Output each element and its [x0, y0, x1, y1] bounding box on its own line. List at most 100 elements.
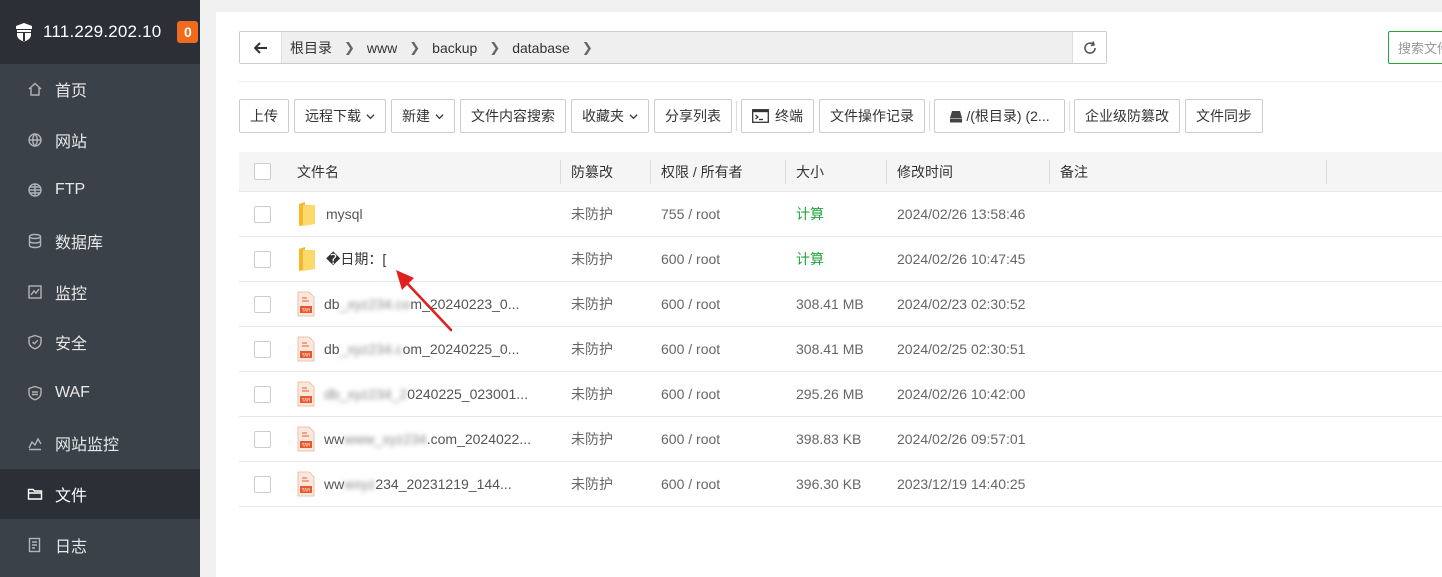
chevron-right-icon: ❯: [581, 39, 593, 55]
sidebar-item-monitor[interactable]: 监控: [0, 266, 200, 317]
protect-status[interactable]: 未防护: [561, 237, 651, 282]
operation-log-button[interactable]: 文件操作记录: [819, 99, 925, 133]
breadcrumb-item-backup[interactable]: backup: [432, 40, 477, 56]
permission[interactable]: 600 / root: [651, 462, 786, 507]
sidebar-item-home[interactable]: 首页: [0, 64, 200, 115]
disk-button[interactable]: /(根目录) (2...: [934, 99, 1065, 133]
table-row[interactable]: TAR db_xyz234.com_20240225_0... 未防护 600 …: [239, 327, 1442, 372]
file-name[interactable]: db_xyz234_20240225_023001...: [324, 386, 528, 402]
file-name[interactable]: wwwww_xyz234.com_2024022...: [324, 431, 531, 447]
tamper-proof-button[interactable]: 企业级防篡改: [1074, 99, 1180, 133]
chevron-down-icon: [629, 113, 638, 119]
file-table: 文件名 防篡改 权限 / 所有者 大小 修改时间 备注 mysql 未防护 75…: [239, 152, 1442, 507]
file-name[interactable]: wwwxyz234_20231219_144...: [324, 476, 512, 492]
calculate-size-link[interactable]: 计算: [786, 192, 887, 237]
row-checkbox[interactable]: [254, 475, 271, 493]
table-row[interactable]: mysql 未防护 755 / root 计算 2024/02/26 13:58…: [239, 192, 1442, 237]
column-header-size[interactable]: 大小: [786, 152, 887, 192]
sidebar-item-label: 数据库: [55, 235, 104, 253]
chevron-right-icon: ❯: [344, 39, 355, 55]
sidebar-item-label: 安全: [55, 336, 88, 354]
server-ip: 111.229.202.10: [43, 22, 162, 41]
sidebar-item-label: 文件: [55, 488, 88, 506]
note[interactable]: [1050, 237, 1327, 282]
permission[interactable]: 600 / root: [651, 327, 786, 372]
table-row[interactable]: TAR db_xyz234_20240225_023001... 未防护 600…: [239, 372, 1442, 417]
permission[interactable]: 600 / root: [651, 282, 786, 327]
permission[interactable]: 600 / root: [651, 372, 786, 417]
file-name[interactable]: mysql: [326, 206, 363, 222]
modified-time: 2024/02/25 02:30:51: [897, 341, 1026, 357]
calculate-size-link[interactable]: 计算: [786, 237, 887, 282]
protect-status[interactable]: 未防护: [561, 462, 651, 507]
protect-status[interactable]: 未防护: [561, 192, 651, 237]
bt-logo-icon: [16, 23, 32, 42]
sidebar-item-logs[interactable]: 日志: [0, 519, 200, 570]
breadcrumb-item-database[interactable]: database: [512, 40, 570, 56]
table-row[interactable]: TAR db_xyz234.com_20240223_0... 未防护 600 …: [239, 282, 1442, 327]
note[interactable]: [1050, 462, 1327, 507]
note[interactable]: [1050, 327, 1327, 372]
permission[interactable]: 600 / root: [651, 237, 786, 282]
protect-status[interactable]: 未防护: [561, 417, 651, 462]
monitor-icon: [26, 283, 44, 301]
select-all-checkbox[interactable]: [254, 163, 271, 180]
column-header-mtime[interactable]: 修改时间: [887, 152, 1050, 192]
new-button[interactable]: 新建: [391, 99, 455, 133]
protect-status[interactable]: 未防护: [561, 282, 651, 327]
row-checkbox[interactable]: [254, 205, 271, 223]
note[interactable]: [1050, 192, 1327, 237]
file-name[interactable]: db_xyz234.com_20240223_0...: [324, 296, 519, 312]
blurred-text: _xyz234.c: [339, 341, 403, 357]
refresh-button[interactable]: [1072, 32, 1106, 63]
file-sync-button[interactable]: 文件同步: [1185, 99, 1263, 133]
protect-status[interactable]: 未防护: [561, 327, 651, 372]
file-name[interactable]: �日期：[: [326, 249, 386, 269]
sidebar: 111.229.202.10 0 首页 网站 FTP 数据库 监控 安全 WAF…: [0, 0, 200, 577]
file-manager-panel: 根目录 ❯ www ❯ backup ❯ database ❯ 搜索文件 上传 …: [216, 12, 1442, 577]
column-header-protect[interactable]: 防篡改: [561, 152, 651, 192]
table-row[interactable]: TAR wwwxyz234_20231219_144... 未防护 600 / …: [239, 462, 1442, 507]
tar-archive-icon: TAR: [297, 381, 315, 407]
chevron-down-icon: [366, 113, 375, 119]
breadcrumb-item-root[interactable]: 根目录: [290, 38, 332, 58]
modified-time: 2024/02/26 09:57:01: [897, 431, 1026, 447]
remote-download-button[interactable]: 远程下载: [294, 99, 386, 133]
sidebar-item-waf[interactable]: WAF: [0, 368, 200, 419]
row-checkbox[interactable]: [254, 295, 271, 313]
chart-icon: [26, 434, 44, 452]
permission[interactable]: 755 / root: [651, 192, 786, 237]
column-header-note[interactable]: 备注: [1050, 152, 1327, 192]
note[interactable]: [1050, 282, 1327, 327]
protect-status[interactable]: 未防护: [561, 372, 651, 417]
column-header-name[interactable]: 文件名: [287, 152, 561, 192]
terminal-button[interactable]: 终端: [741, 99, 814, 133]
search-input[interactable]: 搜索文件: [1388, 31, 1442, 64]
row-checkbox[interactable]: [254, 250, 271, 268]
row-checkbox[interactable]: [254, 385, 271, 403]
column-header-perm[interactable]: 权限 / 所有者: [651, 152, 786, 192]
toolbar-separator: [929, 101, 930, 131]
sidebar-item-files[interactable]: 文件: [0, 468, 200, 520]
row-checkbox[interactable]: [254, 430, 271, 448]
note[interactable]: [1050, 417, 1327, 462]
sidebar-item-ftp[interactable]: FTP: [0, 165, 200, 216]
breadcrumb-item-www[interactable]: www: [367, 40, 397, 56]
table-row[interactable]: TAR wwwww_xyz234.com_2024022... 未防护 600 …: [239, 417, 1442, 462]
share-list-button[interactable]: 分享列表: [654, 99, 732, 133]
notification-badge[interactable]: 0: [177, 21, 199, 43]
file-name[interactable]: db_xyz234.com_20240225_0...: [324, 341, 519, 357]
sidebar-item-site-monitor[interactable]: 网站监控: [0, 418, 200, 469]
sidebar-item-website[interactable]: 网站: [0, 115, 200, 166]
upload-button[interactable]: 上传: [239, 99, 289, 133]
sidebar-item-security[interactable]: 安全: [0, 317, 200, 368]
blurred-text: _xyz234.co: [339, 296, 411, 312]
permission[interactable]: 600 / root: [651, 417, 786, 462]
favorites-button[interactable]: 收藏夹: [571, 99, 649, 133]
row-checkbox[interactable]: [254, 340, 271, 358]
sidebar-item-database[interactable]: 数据库: [0, 216, 200, 267]
table-row[interactable]: �日期：[ 未防护 600 / root 计算 2024/02/26 10:47…: [239, 237, 1442, 282]
note[interactable]: [1050, 372, 1327, 417]
back-button[interactable]: [240, 32, 282, 63]
content-search-button[interactable]: 文件内容搜索: [460, 99, 566, 133]
